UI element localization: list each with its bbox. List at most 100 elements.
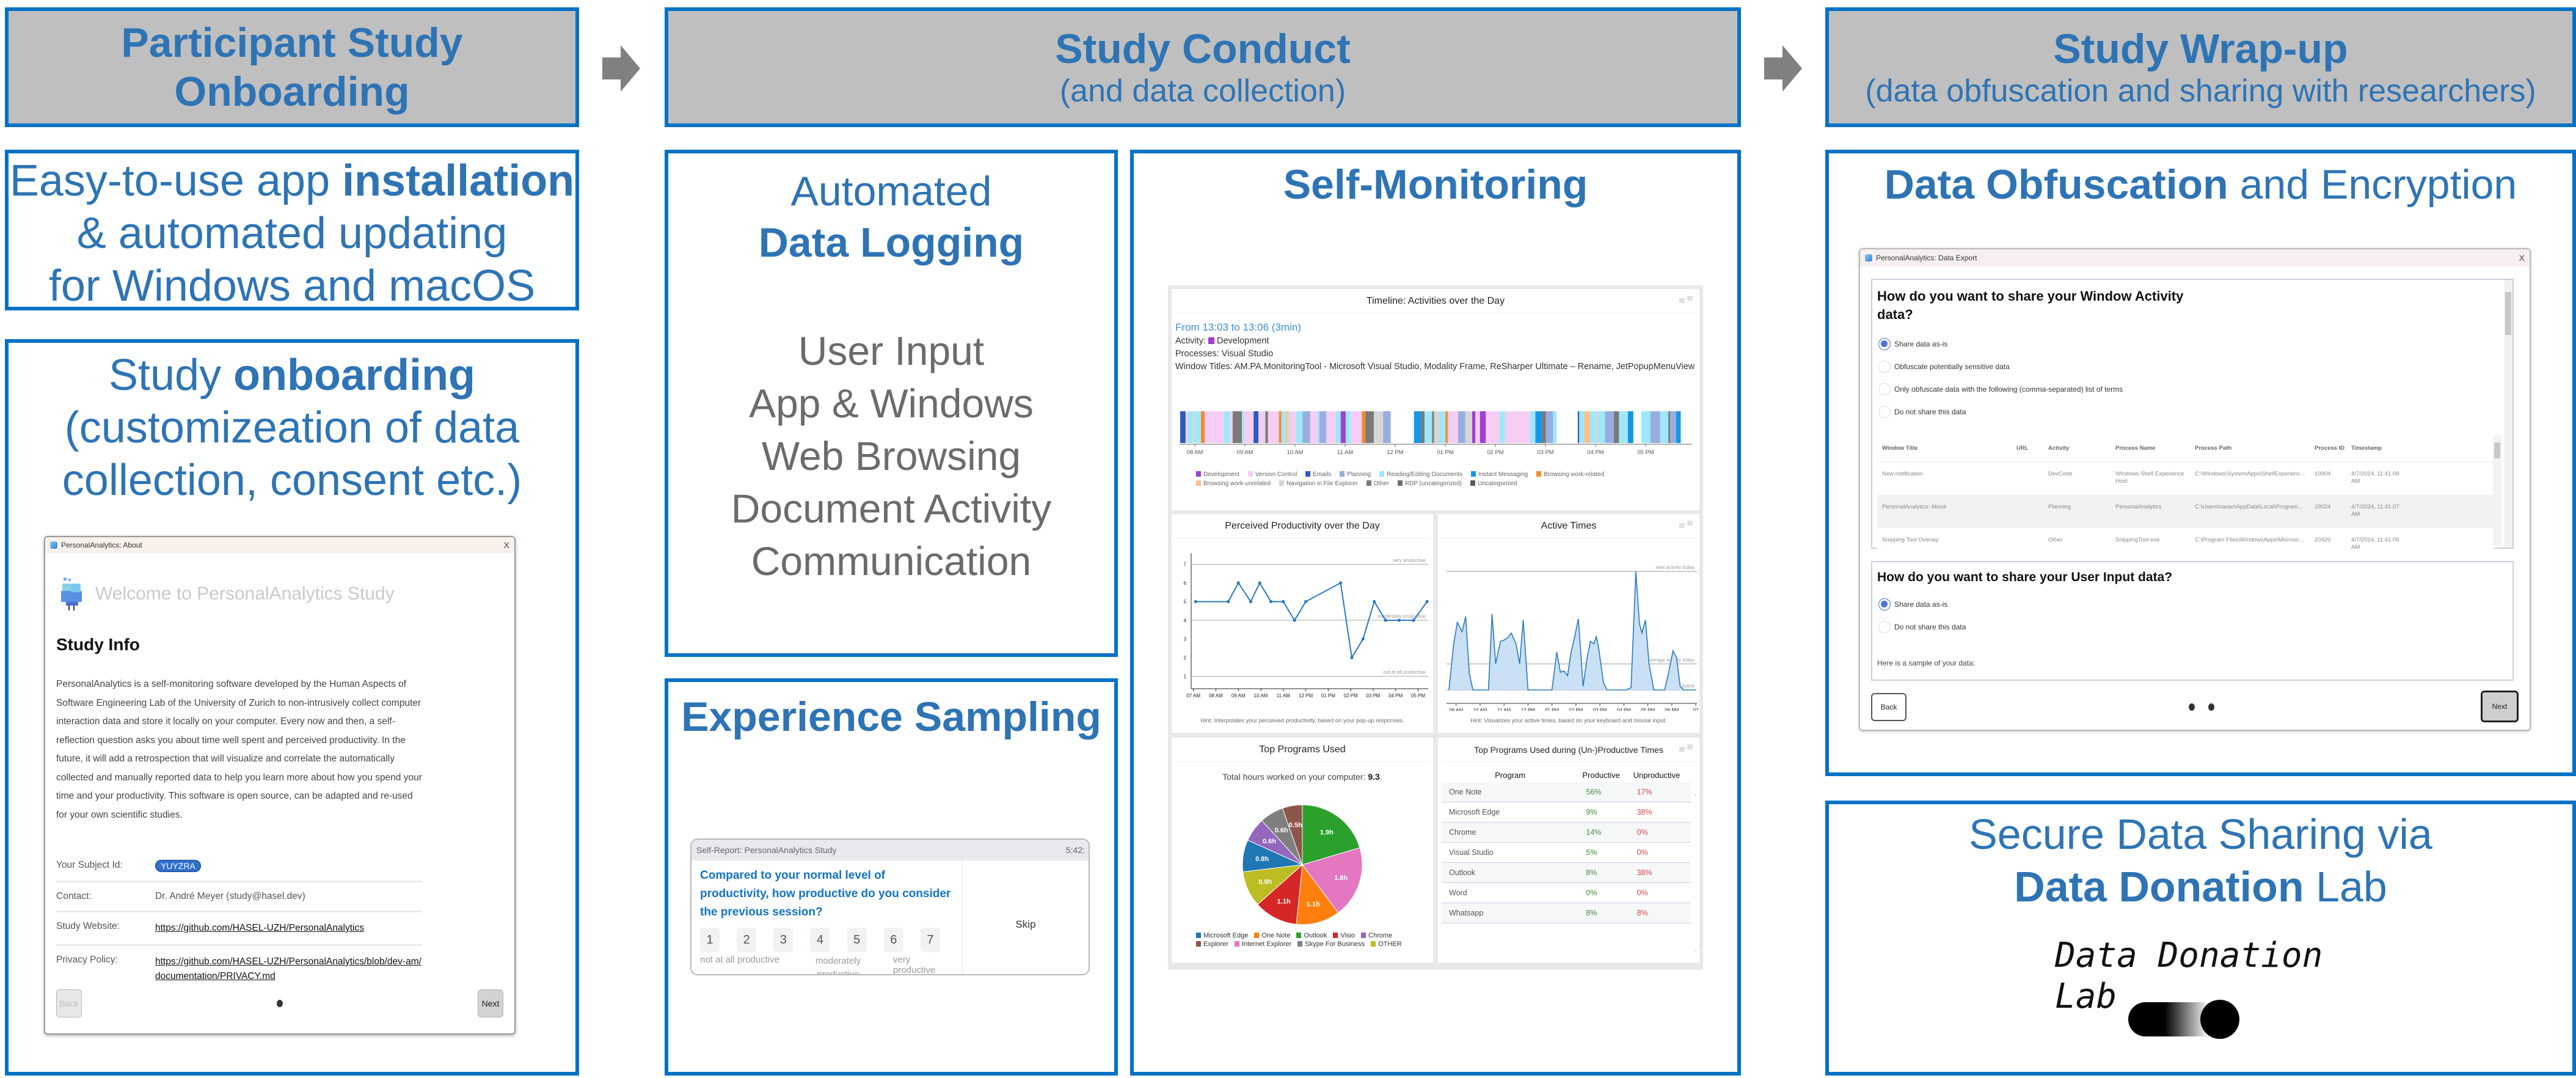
timeline-segment bbox=[1553, 411, 1557, 443]
unproductive-value: 0% bbox=[1629, 822, 1691, 843]
legend-swatch bbox=[1234, 941, 1239, 947]
radio-option[interactable]: Share data as-is bbox=[1878, 332, 2123, 355]
installation-line-3: for Windows and macOS bbox=[48, 262, 536, 310]
close-icon[interactable]: X bbox=[2519, 253, 2525, 263]
timeline-segment bbox=[1296, 411, 1303, 443]
skip-button[interactable]: Skip bbox=[963, 860, 1089, 974]
timeline-segment bbox=[1434, 411, 1440, 443]
table-scrollbar[interactable] bbox=[2493, 435, 2501, 545]
next-button[interactable]: Next bbox=[478, 989, 503, 1018]
text: Easy-to-use app bbox=[9, 156, 343, 205]
radio-button[interactable] bbox=[1878, 405, 1891, 418]
legend-label: Version Control bbox=[1255, 471, 1297, 478]
radio-button[interactable] bbox=[1878, 360, 1891, 373]
window-activity-section: How do you want to share your Window Act… bbox=[1871, 279, 2514, 561]
scale-option-1[interactable]: 1 bbox=[700, 928, 720, 952]
scale-labels: not at all productive moderately product… bbox=[700, 952, 954, 974]
installation-box: Easy-to-use app installation & automated… bbox=[5, 150, 579, 310]
timeline-segment bbox=[1605, 411, 1615, 443]
about-dialog: PersonalAnalytics: About X Welcome to Pe… bbox=[44, 536, 516, 1035]
welcome-text: Welcome to PersonalAnalytics Study bbox=[95, 584, 395, 604]
scale-option-3[interactable]: 3 bbox=[773, 928, 794, 952]
timeline-segment bbox=[1318, 411, 1319, 443]
scroll-up-icon[interactable]: ⌃ bbox=[1693, 794, 1698, 801]
thumbs-feedback-icon[interactable] bbox=[1679, 744, 1695, 752]
timeline-segment bbox=[1287, 411, 1291, 443]
timeline-segment bbox=[1335, 411, 1341, 443]
scale-option-6[interactable]: 6 bbox=[883, 928, 903, 952]
x-tick-label: 07 bbox=[1693, 708, 1699, 711]
legend-item: RDP (uncategorized) bbox=[1397, 480, 1462, 487]
data-point bbox=[1361, 637, 1365, 641]
section-scrollbar[interactable] bbox=[2504, 280, 2512, 548]
timeline-segment bbox=[1194, 411, 1202, 443]
scroll-down-icon[interactable]: ⌄ bbox=[1693, 947, 1698, 953]
thumbs-feedback-icon[interactable] bbox=[1679, 520, 1695, 529]
data-point bbox=[1373, 600, 1376, 604]
radio-option[interactable]: Do not share this data bbox=[1878, 400, 2123, 423]
legend-item: Skype For Business bbox=[1297, 941, 1365, 948]
close-icon[interactable]: X bbox=[504, 540, 509, 550]
radio-option[interactable]: Do not share this data bbox=[1878, 615, 1966, 638]
timeline-segment bbox=[1503, 411, 1505, 443]
timeline-segment bbox=[1230, 411, 1233, 443]
dialog-footer: Back Next bbox=[1871, 691, 2519, 722]
timeline-segment bbox=[1426, 411, 1432, 443]
legend-label: Chrome bbox=[1368, 932, 1393, 939]
timeline-segment bbox=[1421, 411, 1425, 443]
phase-header-onboarding: Participant Study Onboarding bbox=[5, 7, 579, 127]
scale-option-5[interactable]: 5 bbox=[847, 928, 867, 952]
label: Activity: bbox=[1175, 336, 1206, 346]
timeline-legend: Development Version Control Emails Planning… bbox=[1184, 471, 1685, 487]
donation-title: Secure Data Sharing via Data Donation La… bbox=[1829, 808, 2572, 913]
timeline-segment bbox=[1530, 411, 1536, 443]
unproductive-value: 17% bbox=[1629, 782, 1691, 802]
y-tick-label: 2 bbox=[1184, 655, 1187, 661]
table-cell: 10904 bbox=[2315, 471, 2331, 477]
legend-item: One Note bbox=[1254, 932, 1290, 939]
table-cell: Planning bbox=[2048, 504, 2071, 510]
x-tick-label: 06 PM bbox=[1665, 708, 1679, 711]
legend-label: Other bbox=[1373, 480, 1389, 487]
scale-option-7[interactable]: 7 bbox=[920, 928, 940, 952]
pie-slice-label: 0.9h bbox=[1258, 878, 1272, 886]
legend-swatch bbox=[1196, 933, 1201, 938]
back-button[interactable]: Back bbox=[56, 989, 82, 1018]
dialog-title: PersonalAnalytics: About bbox=[61, 541, 142, 549]
productive-value: 9% bbox=[1578, 802, 1630, 823]
thumbs-feedback-icon[interactable] bbox=[1679, 295, 1695, 304]
scale-option-2[interactable]: 2 bbox=[737, 928, 757, 952]
tooltip-time-range: From 13:03 to 13:06 (3min) bbox=[1175, 321, 1301, 333]
timeline-segment bbox=[1598, 411, 1605, 443]
x-tick-label: 01 PM bbox=[1321, 693, 1335, 698]
tooltip-processes: Processes: Visual Studio bbox=[1175, 348, 1696, 361]
legend-swatch bbox=[1196, 941, 1201, 947]
legend-swatch bbox=[1340, 471, 1345, 477]
radio-button[interactable] bbox=[1878, 383, 1891, 395]
radio-button[interactable] bbox=[1878, 620, 1891, 633]
contact-value: Dr. André Meyer (study@hasel.dev) bbox=[155, 891, 305, 901]
scale-option-4[interactable]: 4 bbox=[810, 928, 830, 952]
x-tick-label: 07 AM bbox=[1186, 693, 1200, 698]
activity-timeline-bar[interactable]: 08 AM 09 AM 10 AM 11 AM 12 PM 01 PM 02 PM 03 PM… bbox=[1175, 411, 1696, 466]
subject-id-badge: YUYZRA bbox=[155, 860, 201, 872]
radio-label: Share data as-is bbox=[1894, 600, 1948, 609]
page-indicator-dot bbox=[2189, 703, 2195, 711]
privacy-policy-link[interactable]: https://github.com/HASEL-UZH/PersonalAna… bbox=[155, 956, 421, 981]
column-header: Activity bbox=[2048, 445, 2070, 452]
card-title: Timeline: Activities over the Day bbox=[1175, 289, 1696, 314]
legend-label: Development bbox=[1203, 471, 1239, 478]
radio-button-selected[interactable] bbox=[1878, 337, 1891, 350]
next-button[interactable]: Next bbox=[2481, 691, 2519, 722]
radio-option[interactable]: Obfuscate potentially sensitive data bbox=[1878, 355, 2123, 378]
study-website-link[interactable]: https://github.com/HASEL-UZH/PersonalAna… bbox=[155, 923, 364, 933]
radio-option[interactable]: Only obfuscate data with the following (… bbox=[1878, 378, 2123, 400]
legend-item: Outlook bbox=[1296, 932, 1327, 939]
back-button[interactable]: Back bbox=[1871, 693, 1906, 721]
program-name: Outlook bbox=[1442, 862, 1579, 883]
timeline-segment bbox=[1345, 411, 1351, 443]
radio-option[interactable]: Share data as-is bbox=[1878, 593, 1966, 615]
timeline-segment bbox=[1480, 411, 1486, 443]
radio-button-selected[interactable] bbox=[1878, 598, 1891, 610]
radio-label: Do not share this data bbox=[1894, 622, 1966, 631]
